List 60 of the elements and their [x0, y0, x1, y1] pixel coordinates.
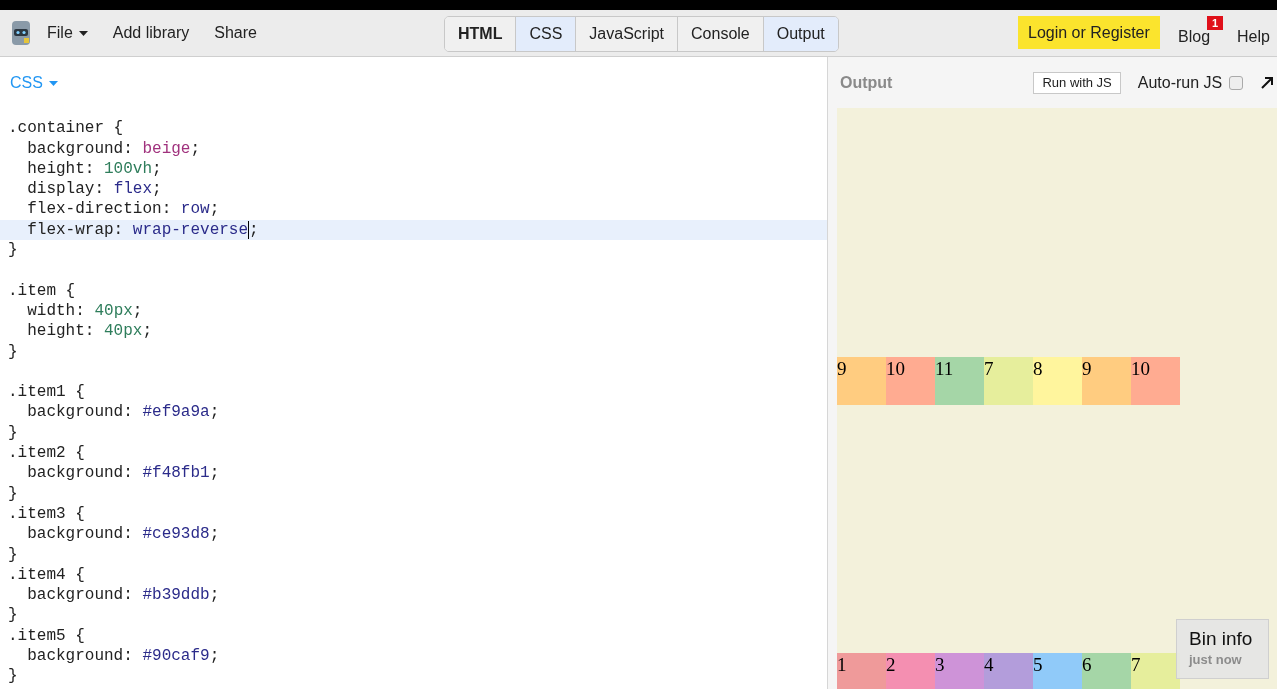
expand-arrow-icon[interactable] — [1261, 76, 1275, 89]
code-line: .item5 { — [8, 626, 85, 645]
caret-icon — [78, 30, 88, 36]
code-line: } — [8, 667, 18, 686]
code-line: background: #90caf9; — [26, 647, 220, 665]
flex-item: 9 — [1082, 357, 1131, 405]
flex-item: 2 — [886, 653, 935, 689]
flex-item: 11 — [935, 357, 984, 405]
flex-item: 8 — [1033, 357, 1082, 405]
code-line: height: 100vh; — [26, 159, 162, 178]
code-line: .container { — [8, 119, 124, 138]
code-line: background: #b39ddb; — [26, 586, 220, 605]
flex-item: 1 — [837, 653, 886, 689]
flex-item: 7 — [984, 357, 1033, 405]
code-line: width: 40px; — [26, 301, 143, 320]
popup-time: just now — [1189, 651, 1243, 669]
text-cursor — [248, 220, 250, 239]
panel-tab[interactable]: CSS — [515, 17, 576, 51]
code-line: } — [8, 545, 18, 564]
autorun-label: Auto-run JS — [1137, 72, 1223, 93]
login-button[interactable]: Login or Register — [1018, 16, 1160, 49]
menu-button[interactable]: Add library — [112, 21, 190, 45]
code-line: } — [8, 423, 18, 442]
popup-title: Bin info — [1189, 628, 1254, 650]
panel-title: Output — [840, 72, 893, 93]
caret-icon — [48, 80, 58, 86]
run-button[interactable]: Run with JS — [1033, 71, 1121, 94]
flex-item: 7 — [1131, 653, 1180, 689]
flex-item: 9 — [837, 357, 886, 405]
flex-item: 5 — [1033, 653, 1082, 689]
menu-button[interactable]: File — [47, 21, 88, 45]
code-line: background: #ef9a9a; — [26, 403, 220, 422]
code-line: } — [8, 241, 18, 260]
code-line: background: #ce93d8; — [26, 525, 220, 544]
code-line: flex-direction: row; — [26, 200, 220, 219]
panel-tab[interactable]: Output — [762, 17, 838, 51]
robot-logo-icon[interactable] — [10, 19, 32, 47]
code-line: .item3 { — [8, 504, 85, 523]
code-line: } — [8, 606, 18, 625]
code-line: background: beige; — [26, 139, 201, 158]
flex-item: 3 — [935, 653, 984, 689]
code-line: } — [8, 484, 18, 503]
notification-badge: 1 — [1207, 16, 1223, 30]
flex-item: 4 — [984, 653, 1033, 689]
flex-item: 10 — [886, 357, 935, 405]
help-link[interactable]: Help — [1237, 25, 1270, 49]
code-line: display: flex; — [26, 180, 162, 199]
code-line: .item4 { — [8, 565, 85, 584]
code-line: height: 40px; — [26, 322, 153, 341]
menu-button[interactable]: Share — [214, 21, 257, 45]
code-line: } — [8, 342, 18, 361]
autorun-checkbox[interactable] — [1229, 75, 1244, 90]
code-line: .item1 { — [8, 383, 85, 402]
code-line: .item2 { — [8, 444, 85, 463]
code-line: .item { — [8, 281, 76, 300]
code-line: flex-wrap: wrap-reverse; — [26, 220, 259, 239]
bin-info-popup[interactable]: Bin info just now — [1176, 619, 1269, 679]
flex-item: 10 — [1131, 357, 1180, 405]
flex-item: 6 — [1082, 653, 1131, 689]
code-line: background: #f48fb1; — [26, 464, 220, 483]
